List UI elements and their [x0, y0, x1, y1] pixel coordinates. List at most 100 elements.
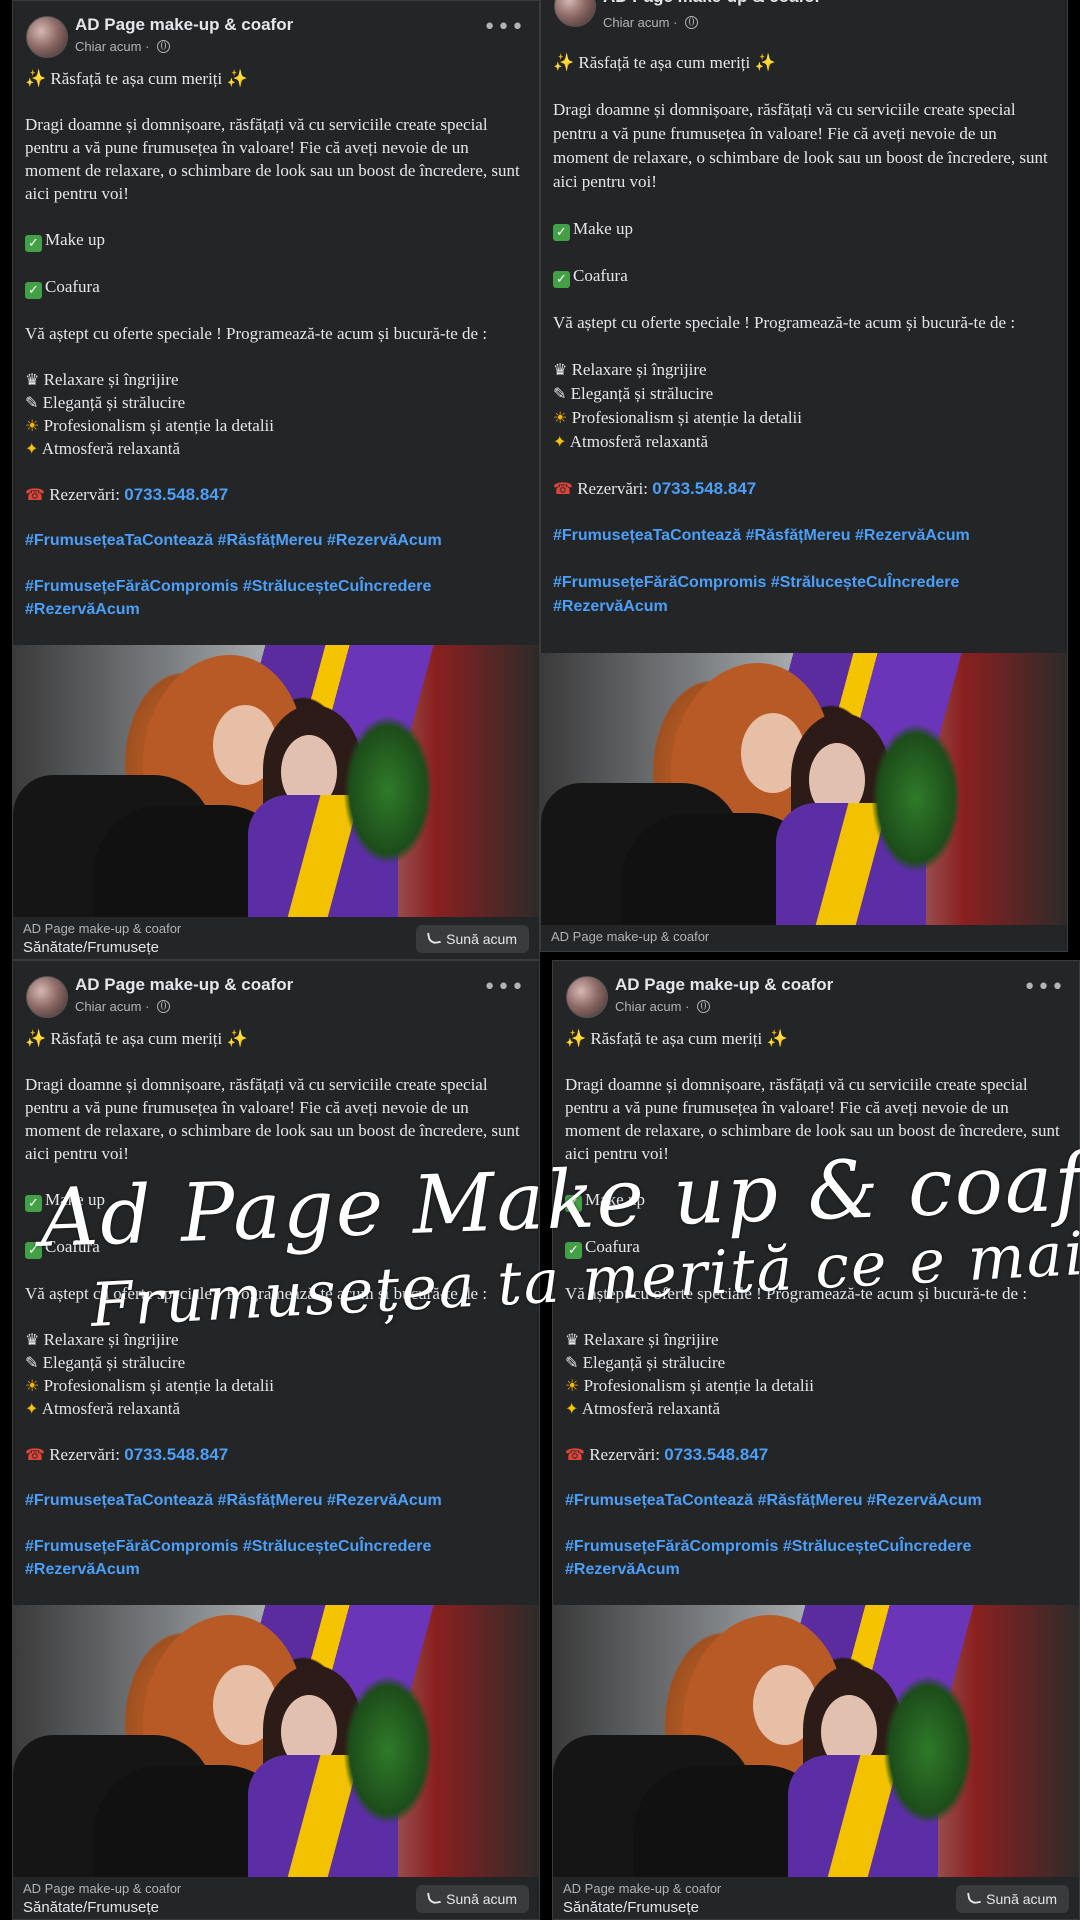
telephone-icon: ☎: [25, 485, 45, 504]
footer-category: Sănătate/Frumusețe: [23, 939, 159, 956]
benefit-item: ✦ Atmosferă relaxantă: [553, 430, 1055, 454]
benefit-item: ✎ Eleganță și strălucire: [565, 1351, 1067, 1374]
more-options-icon[interactable]: •••: [1023, 975, 1065, 1000]
hashtags-line[interactable]: #FrumusețeFărăCompromis #StrăluceșteCuÎn…: [553, 571, 1055, 595]
benefit-label: Atmosferă relaxantă: [581, 1399, 721, 1418]
check-icon: ✓: [25, 1242, 42, 1259]
hashtags-line[interactable]: #FrumusețeaTaContează #RăsfățMereu #Reze…: [25, 529, 527, 552]
more-options-icon[interactable]: •••: [1011, 0, 1053, 8]
call-button-label: Sună acum: [446, 931, 517, 947]
check-icon: ✓: [553, 224, 570, 241]
page-name[interactable]: AD Page make-up & coafor: [75, 975, 293, 995]
service-label: Coafura: [45, 277, 100, 296]
post-body: ✨ Răsfață te așa cum meriți ✨ Dragi doam…: [13, 1027, 539, 1581]
post-card-4: AD Page make-up & coafor Chiar acum · ••…: [552, 960, 1080, 1920]
hashtags-line[interactable]: #FrumusețeFărăCompromis #StrăluceșteCuÎn…: [25, 575, 527, 598]
benefit-item: ✦ Atmosferă relaxantă: [25, 1397, 527, 1420]
reservations-label: Rezervări:: [589, 1445, 660, 1464]
post-intro: Dragi doamne și domnișoare, răsfățați vă…: [553, 100, 1048, 191]
woman-icon: ♛: [565, 1330, 580, 1349]
hashtags-line[interactable]: #RezervăAcum: [553, 595, 1055, 619]
phone-link[interactable]: 0733.548.847: [124, 485, 228, 504]
benefit-label: Atmosferă relaxantă: [569, 432, 709, 451]
check-icon: ✓: [565, 1195, 582, 1212]
phone-link[interactable]: 0733.548.847: [124, 1445, 228, 1464]
avatar[interactable]: [566, 976, 608, 1018]
call-now-button[interactable]: Sună acum: [416, 1885, 529, 1913]
reservations-label: Rezervări:: [49, 485, 120, 504]
call-now-button[interactable]: Sună acum: [416, 925, 529, 953]
hashtags-line[interactable]: #FrumusețeaTaContează #RăsfățMereu #Reze…: [25, 1489, 527, 1512]
service-label: Coafura: [45, 1237, 100, 1256]
more-options-icon[interactable]: •••: [483, 15, 525, 40]
service-item: ✓ Make up: [25, 228, 527, 252]
telephone-icon: ☎: [553, 479, 573, 498]
post-header: AD Page make-up & coafor Chiar acum · ••…: [553, 961, 1079, 1027]
page-name[interactable]: AD Page make-up & coafor: [603, 0, 821, 7]
post-photo[interactable]: [541, 653, 1067, 925]
benefit-label: Profesionalism și atenție la detalii: [43, 416, 274, 435]
post-photo[interactable]: [553, 1605, 1079, 1877]
service-label: Make up: [585, 1190, 645, 1209]
benefit-item: ♛ Relaxare și îngrijire: [25, 1328, 527, 1351]
footer-category: Sănătate/Frumusețe: [563, 1899, 699, 1916]
post-photo[interactable]: [13, 1605, 539, 1877]
footer-source: AD Page make-up & coafor: [551, 929, 710, 944]
phone-link[interactable]: 0733.548.847: [664, 1445, 768, 1464]
service-label: Make up: [45, 230, 105, 249]
post-title-line: ✨ Răsfață te așa cum meriți ✨: [565, 1029, 788, 1048]
post-card-2: AD Page make-up & coafor Chiar acum · ••…: [540, 0, 1068, 952]
page-name[interactable]: AD Page make-up & coafor: [75, 15, 293, 35]
offer-text: Vă aștept cu oferte speciale ! Programea…: [25, 1284, 488, 1303]
post-title-line: ✨ Răsfață te așa cum meriți ✨: [25, 1029, 248, 1048]
benefit-item: ♛ Relaxare și îngrijire: [25, 368, 527, 391]
avatar[interactable]: [554, 0, 596, 27]
woman-icon: ♛: [25, 1330, 40, 1349]
sun-icon: ☀: [25, 416, 40, 435]
service-item: ✓ Coafura: [565, 1235, 1067, 1259]
avatar[interactable]: [26, 976, 68, 1018]
benefit-label: Atmosferă relaxantă: [41, 1399, 181, 1418]
benefit-item: ✦ Atmosferă relaxantă: [565, 1397, 1067, 1420]
benefit-label: Profesionalism și atenție la detalii: [43, 1376, 274, 1395]
woman-icon: ♛: [25, 370, 40, 389]
benefit-item: ✎ Eleganță și strălucire: [553, 382, 1055, 406]
globe-icon: [685, 16, 699, 29]
post-body: ✨ Răsfață te așa cum meriți ✨ Dragi doam…: [553, 1027, 1079, 1581]
hashtags-line[interactable]: #RezervăAcum: [25, 598, 527, 621]
hashtags-line[interactable]: #RezervăAcum: [565, 1558, 1067, 1581]
service-label: Make up: [45, 1190, 105, 1209]
page-name[interactable]: AD Page make-up & coafor: [615, 975, 833, 995]
benefit-label: Relaxare și îngrijire: [43, 370, 179, 389]
benefit-label: Relaxare și îngrijire: [43, 1330, 179, 1349]
post-intro: Dragi doamne și domnișoare, răsfățați vă…: [25, 1075, 520, 1163]
post-header: AD Page make-up & coafor Chiar acum · ••…: [541, 0, 1067, 51]
benefit-item: ☀ Profesionalism și atenție la detalii: [565, 1374, 1067, 1397]
benefit-label: Atmosferă relaxantă: [41, 439, 181, 458]
phone-link[interactable]: 0733.548.847: [652, 479, 756, 498]
post-intro: Dragi doamne și domnișoare, răsfățați vă…: [25, 115, 520, 203]
time-text: Chiar acum: [75, 39, 142, 54]
benefit-item: ☀ Profesionalism și atenție la detalii: [553, 406, 1055, 430]
sparkles-icon: ✦: [25, 439, 39, 458]
reservations-line: ☎ Rezervări: 0733.548.847: [25, 1443, 527, 1466]
hashtags-line[interactable]: #FrumusețeFărăCompromis #StrăluceșteCuÎn…: [25, 1535, 527, 1558]
benefit-label: Profesionalism și atenție la detalii: [571, 408, 802, 427]
hashtags-line[interactable]: #RezervăAcum: [25, 1558, 527, 1581]
nail-polish-icon: ✎: [25, 1353, 39, 1372]
sun-icon: ☀: [553, 408, 568, 427]
benefit-item: ♛ Relaxare și îngrijire: [553, 358, 1055, 382]
call-now-button[interactable]: Sună acum: [956, 1885, 1069, 1913]
hashtags-line[interactable]: #FrumusețeFărăCompromis #StrăluceșteCuÎn…: [565, 1535, 1067, 1558]
post-intro: Dragi doamne și domnișoare, răsfățați vă…: [565, 1075, 1060, 1163]
avatar[interactable]: [26, 16, 68, 58]
globe-icon: [157, 40, 171, 53]
more-options-icon[interactable]: •••: [483, 975, 525, 1000]
benefit-label: Profesionalism și atenție la detalii: [583, 1376, 814, 1395]
post-title-line: ✨ Răsfață te așa cum meriți ✨: [25, 69, 248, 88]
post-photo[interactable]: [13, 645, 539, 917]
hashtags-line[interactable]: #FrumusețeaTaContează #RăsfățMereu #Reze…: [553, 524, 1055, 548]
phone-icon: [427, 931, 442, 945]
hashtags-line[interactable]: #FrumusețeaTaContează #RăsfățMereu #Reze…: [565, 1489, 1067, 1512]
post-card-3: AD Page make-up & coafor Chiar acum · ••…: [12, 960, 540, 1920]
